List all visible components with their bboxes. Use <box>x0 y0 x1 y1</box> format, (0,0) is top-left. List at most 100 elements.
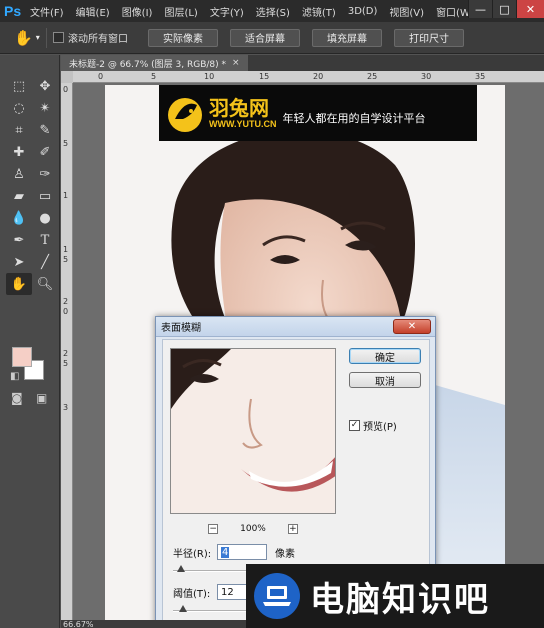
maximize-button[interactable]: □ <box>492 0 516 18</box>
preview-image <box>171 349 335 513</box>
vertical-ruler: 0 5 1 1 5 2 0 2 5 3 <box>61 83 73 620</box>
radius-unit: 像素 <box>275 548 295 560</box>
brush-tool-icon[interactable]: ✐ <box>32 141 58 163</box>
ruler-tick-label: 20 <box>313 72 324 81</box>
menu-view[interactable]: 视图(V) <box>389 4 424 19</box>
fill-screen-button[interactable]: 填充屏幕 <box>312 28 382 47</box>
move-tool-icon[interactable]: ✥ <box>32 75 58 97</box>
filter-preview[interactable] <box>170 348 336 514</box>
ruler-tick-label: 5 <box>63 359 69 368</box>
threshold-label: 阈值(T): <box>173 588 211 600</box>
ruler-tick-label: 2 <box>63 297 69 306</box>
zoom-tool-icon[interactable]: 🔍︎ <box>32 273 58 295</box>
hand-tool-icon[interactable]: ✋ <box>6 273 32 295</box>
close-tab-icon[interactable]: × <box>232 58 240 68</box>
crop-tool-icon[interactable]: ⌗ <box>6 119 32 141</box>
menu-layer[interactable]: 图层(L) <box>164 4 197 19</box>
ruler-origin[interactable] <box>61 71 73 83</box>
radius-input[interactable]: 4 <box>217 544 267 560</box>
preview-zoom-controls: − 100% + <box>170 522 336 536</box>
scroll-all-windows-label: 滚动所有窗口 <box>68 34 128 45</box>
pen-tool-icon[interactable]: ✒ <box>6 229 32 251</box>
radius-value: 4 <box>221 546 230 558</box>
ruler-tick-label: 1 <box>63 245 69 254</box>
fit-screen-button[interactable]: 适合屏幕 <box>230 28 300 47</box>
preview-label: 预览(P) <box>363 422 397 433</box>
magic-wand-icon[interactable]: ✴ <box>32 97 58 119</box>
type-tool-icon[interactable]: T <box>32 229 58 251</box>
blur-tool-icon[interactable]: 💧 <box>6 207 32 229</box>
hand-tool-preset[interactable]: ✋ ▾ <box>0 24 40 52</box>
menu-bar: Ps 文件(F) 编辑(E) 图像(I) 图层(L) 文字(Y) 选择(S) 滤… <box>0 0 544 22</box>
ruler-tick-label: 15 <box>259 72 270 81</box>
preview-checkbox-row[interactable]: ✓ 预览(P) <box>349 418 397 433</box>
menu-image[interactable]: 图像(I) <box>122 4 153 19</box>
actual-pixels-button[interactable]: 实际像素 <box>148 28 218 47</box>
close-window-button[interactable]: ✕ <box>516 0 544 18</box>
print-size-button[interactable]: 打印尺寸 <box>394 28 464 47</box>
rabbit-logo-icon <box>168 98 202 132</box>
preview-checkbox[interactable]: ✓ <box>349 420 360 431</box>
window-controls: — □ ✕ <box>468 0 544 18</box>
tools-panel: ⬚ ✥ ◌ ✴ ⌗ ✎ ✚ ✐ ♙ ✑ ▰ ▭ 💧 ● ✒ T ➤ ╱ ✋ 🔍︎… <box>0 55 60 628</box>
ruler-tick-label: 3 <box>63 403 69 412</box>
zoom-in-button[interactable]: + <box>287 524 298 534</box>
menu-type[interactable]: 文字(Y) <box>210 4 244 19</box>
brand-name: 羽兔网 <box>209 96 269 120</box>
scroll-all-windows-checkbox[interactable] <box>53 32 64 43</box>
zoom-out-button[interactable]: − <box>208 524 219 534</box>
radius-row: 半径(R): 4 像素 <box>173 544 295 560</box>
ruler-tick-label: 10 <box>204 72 215 81</box>
screen-mode-icon[interactable]: ▣ <box>36 391 47 405</box>
menu-select[interactable]: 选择(S) <box>256 4 290 19</box>
menu-filter[interactable]: 滤镜(T) <box>302 4 336 19</box>
photoshop-logo: Ps <box>4 3 22 19</box>
menu-3d[interactable]: 3D(D) <box>348 6 378 17</box>
clone-stamp-icon[interactable]: ♙ <box>6 163 32 185</box>
quick-mask-icon[interactable]: ◙ <box>11 391 23 405</box>
path-selection-icon[interactable]: ➤ <box>6 251 32 273</box>
document-tab-title: 未标题-2 @ 66.7% (图层 3, RGB/8) * <box>69 59 226 70</box>
zoom-level: 100% <box>240 524 266 534</box>
foreground-color-swatch-front[interactable] <box>12 347 32 367</box>
history-brush-icon[interactable]: ✑ <box>32 163 58 185</box>
threshold-slider-thumb[interactable] <box>179 605 187 612</box>
radius-slider-thumb[interactable] <box>177 565 185 572</box>
menu-edit[interactable]: 编辑(E) <box>76 4 110 19</box>
site-watermark: 电脑知识吧 <box>246 564 544 628</box>
dialog-title: 表面模糊 <box>161 323 201 334</box>
ruler-tick-label: 0 <box>98 72 104 81</box>
default-colors-icon[interactable]: ◧ <box>10 371 19 382</box>
hand-icon: ✋ <box>14 28 33 47</box>
chevron-down-icon: ▾ <box>35 33 40 42</box>
ruler-tick-label: 1 <box>63 191 69 200</box>
ruler-tick-label: 0 <box>63 85 69 94</box>
document-tab-bar: 未标题-2 @ 66.7% (图层 3, RGB/8) * × <box>61 55 544 71</box>
marquee-tool-icon[interactable]: ⬚ <box>6 75 32 97</box>
lasso-tool-icon[interactable]: ◌ <box>6 97 32 119</box>
dialog-close-button[interactable]: ✕ <box>393 319 431 334</box>
yutu-logo-banner: 羽兔网 WWW.YUTU.CN 年轻人都在用的自学设计平台 <box>159 85 477 141</box>
laptop-icon <box>254 573 300 619</box>
cancel-button[interactable]: 取消 <box>349 372 421 388</box>
ruler-tick-label: 2 <box>63 349 69 358</box>
menu-file[interactable]: 文件(F) <box>30 4 64 19</box>
dodge-tool-icon[interactable]: ● <box>32 207 58 229</box>
minimize-button[interactable]: — <box>468 0 492 18</box>
eraser-icon[interactable]: ▰ <box>6 185 32 207</box>
ruler-tick-label: 30 <box>421 72 432 81</box>
line-tool-icon[interactable]: ╱ <box>32 251 58 273</box>
watermark-text: 电脑知识吧 <box>310 579 490 620</box>
menu-window[interactable]: 窗口(W <box>436 4 470 19</box>
gradient-tool-icon[interactable]: ▭ <box>32 185 58 207</box>
ok-button[interactable]: 确定 <box>349 348 421 364</box>
eyedropper-icon[interactable]: ✎ <box>32 119 58 141</box>
document-tab[interactable]: 未标题-2 @ 66.7% (图层 3, RGB/8) * × <box>61 55 248 71</box>
zoom-status[interactable]: 66.67% <box>63 620 94 628</box>
ruler-tick-label: 5 <box>63 139 69 148</box>
laptop-glyph <box>263 586 291 606</box>
horizontal-ruler: 0 5 10 15 20 25 30 35 <box>73 71 544 83</box>
brand-url: WWW.YUTU.CN <box>209 119 277 129</box>
brand-slogan: 年轻人都在用的自学设计平台 <box>282 112 426 125</box>
healing-brush-icon[interactable]: ✚ <box>6 141 32 163</box>
